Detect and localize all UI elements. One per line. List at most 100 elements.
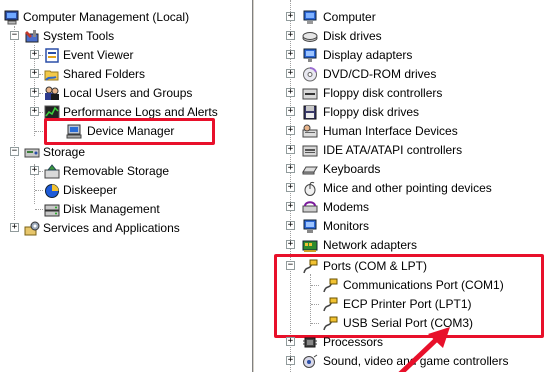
tree-item-event-viewer[interactable]: + Event Viewer [0, 46, 252, 65]
floppy-drive-icon [302, 105, 318, 120]
tree-label: Shared Folders [63, 67, 146, 81]
tree-label: Disk Management [63, 202, 160, 216]
dvd-cdrom-icon [302, 67, 318, 82]
tree-item-services-applications[interactable]: + Services and Applications [0, 219, 252, 238]
device-category-disk-drives[interactable]: + Disk drives [258, 27, 548, 46]
expand-toggle[interactable]: + [286, 31, 295, 40]
device-category-hid[interactable]: + Human Interface Devices [258, 122, 548, 141]
expand-toggle[interactable]: + [286, 88, 295, 97]
tree-item-system-tools[interactable]: − System Tools [0, 27, 252, 46]
expand-toggle[interactable]: + [286, 221, 295, 230]
services-applications-icon [24, 221, 40, 236]
tree-label: Computer Management (Local) [23, 10, 190, 24]
red-arrow-annotation [398, 327, 450, 372]
device-category-floppy-controllers[interactable]: + Floppy disk controllers [258, 84, 548, 103]
device-category-network-adapters[interactable]: + Network adapters [258, 236, 548, 255]
tree-label: Event Viewer [63, 48, 134, 62]
expand-toggle[interactable]: + [30, 107, 39, 116]
tree-label: Floppy disk controllers [323, 86, 443, 100]
hid-icon [302, 124, 318, 139]
device-category-mice[interactable]: + Mice and other pointing devices [258, 179, 548, 198]
tree-label: Display adapters [323, 48, 413, 62]
tree-item-diskeeper[interactable]: Diskeeper [0, 181, 252, 200]
tree-item-storage[interactable]: − Storage [0, 143, 252, 162]
tree-label: Storage [43, 145, 86, 159]
shared-folder-icon [44, 67, 60, 82]
storage-icon [24, 145, 40, 160]
expand-toggle[interactable]: + [286, 164, 295, 173]
diskeeper-icon [44, 183, 60, 198]
tree-label: Removable Storage [63, 164, 170, 178]
removable-storage-icon [44, 164, 60, 179]
device-category-floppy-drives[interactable]: + Floppy disk drives [258, 103, 548, 122]
expand-toggle[interactable]: + [286, 50, 295, 59]
tree-label: Processors [323, 335, 384, 349]
display-adapter-icon [302, 48, 318, 63]
tree-label: Monitors [323, 219, 370, 233]
device-tree-pane[interactable]: + Computer + Disk drives + Display adapt… [258, 0, 548, 372]
expand-toggle[interactable]: + [286, 183, 295, 192]
device-category-dvd-cdrom[interactable]: + DVD/CD-ROM drives [258, 65, 548, 84]
computer-management-icon [4, 10, 20, 25]
system-tools-icon [24, 29, 40, 44]
tree-label: Floppy disk drives [323, 105, 420, 119]
tree-label: Diskeeper [63, 183, 118, 197]
tree-label: Computer [323, 10, 376, 24]
expand-toggle[interactable]: + [286, 107, 295, 116]
mouse-icon [302, 181, 318, 196]
tree-label: Network adapters [323, 238, 418, 252]
tree-item-local-users-groups[interactable]: + Local Users and Groups [0, 84, 252, 103]
keyboard-icon [302, 162, 318, 177]
ide-controller-icon [302, 143, 318, 158]
tree-label: Human Interface Devices [323, 124, 458, 138]
expand-toggle[interactable]: + [30, 88, 39, 97]
processor-icon [302, 335, 318, 350]
expand-toggle[interactable]: + [286, 337, 295, 346]
expand-toggle[interactable]: + [10, 223, 19, 232]
disk-management-icon [44, 202, 60, 217]
tree-label: Services and Applications [43, 221, 180, 235]
tree-label: IDE ATA/ATAPI controllers [323, 143, 463, 157]
expand-toggle[interactable]: + [286, 126, 295, 135]
tree-item-removable-storage[interactable]: + Removable Storage [0, 162, 252, 181]
network-adapter-icon [302, 238, 318, 253]
expand-toggle[interactable]: + [286, 202, 295, 211]
expand-toggle[interactable]: + [30, 69, 39, 78]
users-groups-icon [44, 86, 60, 101]
device-category-monitors[interactable]: + Monitors [258, 217, 548, 236]
collapse-toggle[interactable]: − [10, 147, 19, 156]
device-manager-highlight [44, 118, 215, 145]
floppy-controller-icon [302, 86, 318, 101]
tree-label: Keyboards [323, 162, 381, 176]
expand-toggle[interactable]: + [30, 166, 39, 175]
tree-label: DVD/CD-ROM drives [323, 67, 437, 81]
expand-toggle[interactable]: + [286, 145, 295, 154]
modem-icon [302, 200, 318, 215]
collapse-toggle[interactable]: − [10, 31, 19, 40]
expand-toggle[interactable]: + [286, 356, 295, 365]
tree-label: Modems [323, 200, 370, 214]
tree-item-disk-management[interactable]: Disk Management [0, 200, 252, 219]
device-category-ide[interactable]: + IDE ATA/ATAPI controllers [258, 141, 548, 160]
tree-label: Mice and other pointing devices [323, 181, 492, 195]
expand-toggle[interactable]: + [30, 50, 39, 59]
device-category-computer[interactable]: + Computer [258, 8, 548, 27]
expand-toggle[interactable]: + [286, 69, 295, 78]
device-category-keyboards[interactable]: + Keyboards [258, 160, 548, 179]
pane-splitter[interactable] [252, 0, 255, 372]
device-category-display-adapters[interactable]: + Display adapters [258, 46, 548, 65]
tree-label: System Tools [43, 29, 115, 43]
tree-label: Local Users and Groups [63, 86, 193, 100]
tree-label: Disk drives [323, 29, 382, 43]
monitor-icon [302, 219, 318, 234]
sound-icon [302, 354, 318, 369]
disk-drive-icon [302, 29, 318, 44]
tree-item-shared-folders[interactable]: + Shared Folders [0, 65, 252, 84]
tree-item-computer-management[interactable]: Computer Management (Local) [0, 8, 252, 27]
device-category-modems[interactable]: + Modems [258, 198, 548, 217]
expand-toggle[interactable]: + [286, 12, 295, 21]
console-tree-pane[interactable]: Computer Management (Local) − System Too… [0, 0, 252, 372]
event-viewer-icon [44, 48, 60, 63]
expand-toggle[interactable]: + [286, 240, 295, 249]
computer-icon [302, 10, 318, 25]
